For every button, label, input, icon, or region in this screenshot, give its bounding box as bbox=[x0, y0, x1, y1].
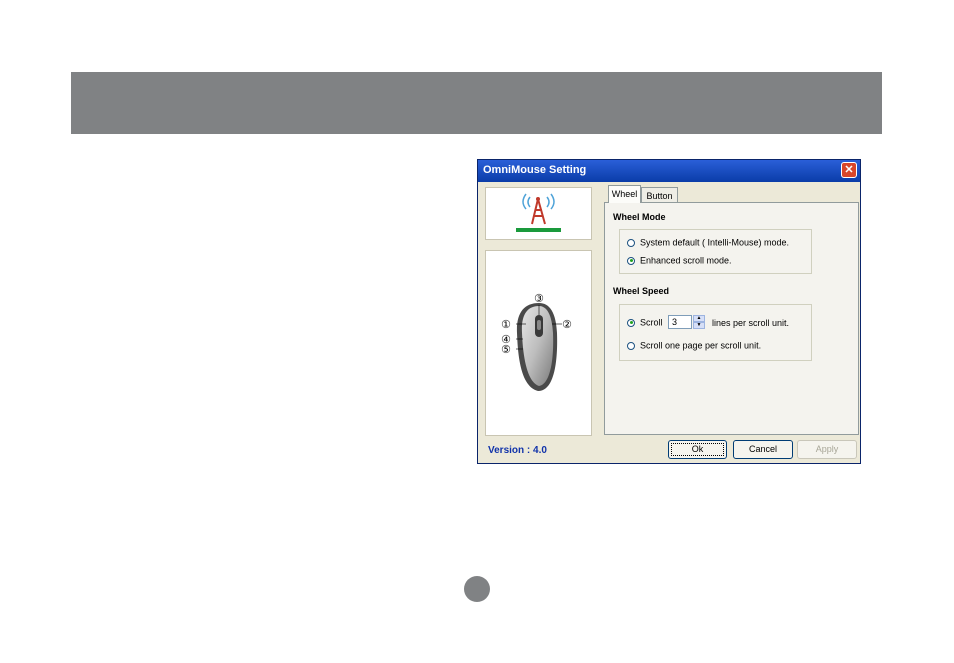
tab-wheel[interactable]: Wheel bbox=[608, 185, 641, 203]
radio-enhanced-scroll-label: Enhanced scroll mode. bbox=[640, 255, 732, 266]
title-bar[interactable]: OmniMouse Setting ✕ bbox=[478, 160, 860, 182]
window-title: OmniMouse Setting bbox=[483, 164, 587, 176]
wheel-mode-group: System default ( Intelli-Mouse) mode. En… bbox=[619, 229, 812, 274]
radio-scroll-lines-circle[interactable] bbox=[627, 318, 635, 327]
radio-system-default-label: System default ( Intelli-Mouse) mode. bbox=[640, 237, 790, 248]
version-label: Version : 4.0 bbox=[488, 445, 547, 456]
logo-panel bbox=[485, 187, 592, 240]
close-button[interactable]: ✕ bbox=[841, 162, 857, 178]
cancel-button[interactable]: Cancel bbox=[733, 440, 793, 459]
ok-button[interactable]: Ok bbox=[668, 440, 727, 459]
stepper-up-icon[interactable]: ▲ bbox=[693, 315, 705, 322]
radio-scroll-page-circle[interactable] bbox=[627, 341, 635, 350]
mouse-illustration-panel: ③ ① ② ④ ⑤ bbox=[485, 250, 592, 436]
header-banner bbox=[71, 72, 882, 134]
close-icon: ✕ bbox=[844, 164, 854, 176]
wheel-speed-group: Scroll 3 ▲ ▼ lines per scroll unit. Scro… bbox=[619, 304, 812, 361]
wheel-tab-panel: Wheel Mode System default ( Intelli-Mous… bbox=[604, 202, 859, 435]
scroll-label: Scroll bbox=[640, 317, 663, 328]
omnimouse-setting-dialog: OmniMouse Setting ✕ ③ ① ② ④ ⑤ Wheel Butt… bbox=[477, 159, 861, 464]
page-number-dot bbox=[464, 576, 490, 602]
wheel-mode-title: Wheel Mode bbox=[613, 212, 666, 222]
radio-system-default[interactable]: System default ( Intelli-Mouse) mode. bbox=[627, 237, 789, 248]
radio-enhanced-scroll-circle[interactable] bbox=[627, 256, 635, 265]
mouse-illustration-icon: ③ ① ② ④ ⑤ bbox=[501, 292, 572, 391]
callout-5: ⑤ bbox=[501, 343, 511, 356]
lines-per-scroll-label: lines per scroll unit. bbox=[712, 318, 790, 328]
radio-scroll-lines[interactable]: Scroll bbox=[627, 317, 663, 328]
apply-button[interactable]: Apply bbox=[797, 440, 857, 459]
callout-3: ③ bbox=[534, 292, 544, 305]
scroll-lines-stepper[interactable]: ▲ ▼ bbox=[693, 315, 705, 329]
radio-scroll-page-label: Scroll one page per scroll unit. bbox=[640, 340, 762, 351]
stepper-down-icon[interactable]: ▼ bbox=[693, 322, 705, 329]
scroll-lines-input[interactable]: 3 bbox=[668, 315, 692, 329]
wheel-speed-title: Wheel Speed bbox=[613, 286, 670, 296]
callout-2: ② bbox=[562, 318, 572, 331]
radio-enhanced-scroll[interactable]: Enhanced scroll mode. bbox=[627, 255, 732, 266]
callout-1: ① bbox=[501, 318, 511, 331]
signal-tower-icon bbox=[516, 193, 561, 232]
radio-system-default-circle[interactable] bbox=[627, 238, 635, 247]
radio-scroll-page[interactable]: Scroll one page per scroll unit. bbox=[627, 340, 761, 351]
